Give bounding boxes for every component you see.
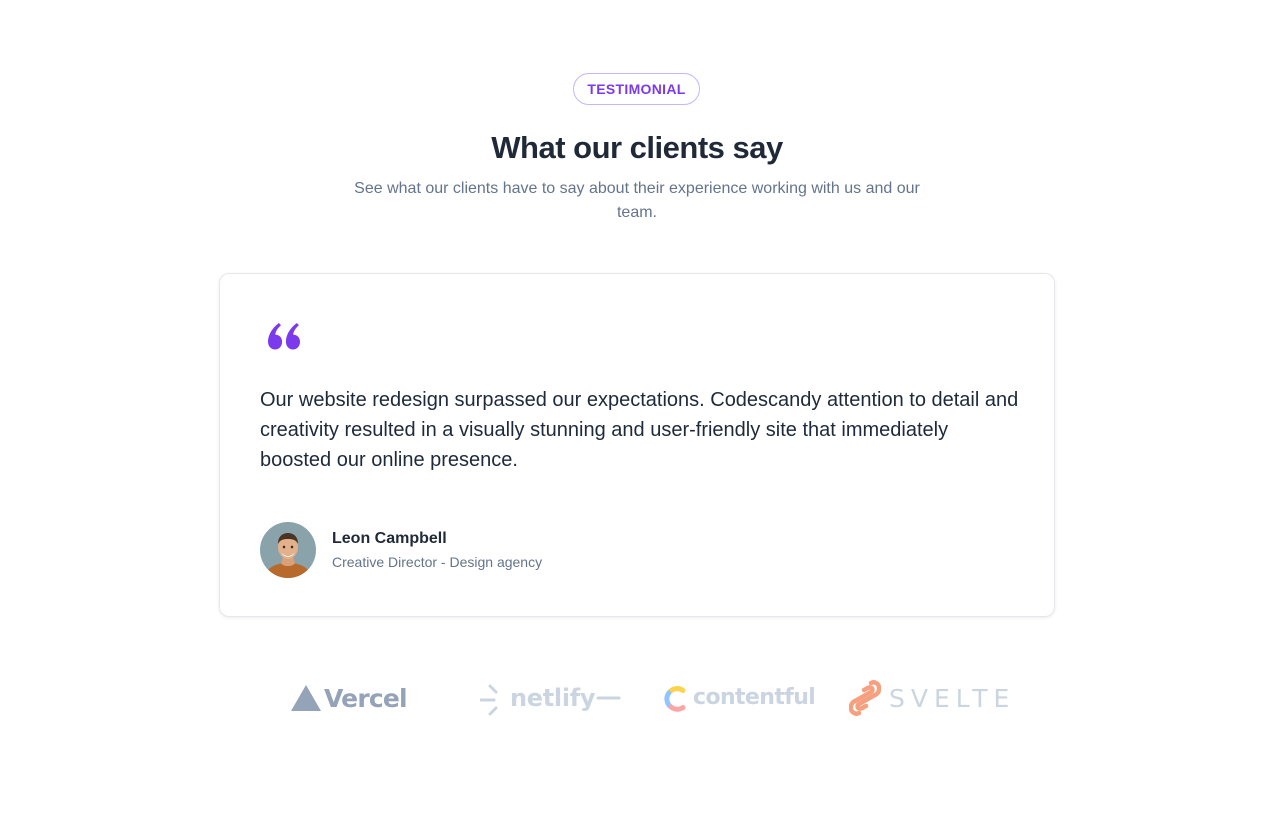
- avatar: [260, 522, 316, 578]
- testimonial-card: Our website redesign surpassed our expec…: [219, 273, 1055, 617]
- testimonial-author: Leon Campbell Creative Director - Design…: [260, 522, 542, 578]
- svelte-logo-text: SVELTE: [889, 683, 1016, 713]
- svelte-logo: SVELTE: [849, 668, 1015, 728]
- testimonial-badge: TESTIMONIAL: [573, 73, 700, 105]
- contentful-logo-text: contentful: [693, 685, 816, 710]
- netlify-icon: [480, 684, 498, 716]
- vercel-triangle-icon: [291, 685, 321, 711]
- svelte-icon: [849, 680, 881, 716]
- contentful-logo: contentful: [663, 668, 816, 728]
- section-title: What our clients say: [491, 130, 783, 165]
- client-logos: Vercel netlify contentful SVELTE: [0, 668, 1280, 728]
- vercel-logo: Vercel: [290, 668, 408, 728]
- netlify-logo-text: netlify: [510, 684, 596, 712]
- quote-icon: [268, 323, 300, 350]
- author-name: Leon Campbell: [332, 530, 447, 547]
- testimonial-quote: Our website redesign surpassed our expec…: [260, 389, 1019, 471]
- netlify-logo: netlify: [480, 668, 621, 728]
- testimonial-section: TESTIMONIAL What our clients say See wha…: [0, 0, 1280, 832]
- author-role: Creative Director - Design agency: [332, 554, 543, 570]
- vercel-logo-text: Vercel: [324, 683, 408, 713]
- netlify-dash-icon: [596, 696, 621, 700]
- section-subtitle: See what our clients have to say about t…: [354, 180, 920, 221]
- author-info: Leon Campbell Creative Director - Design…: [332, 528, 542, 572]
- contentful-icon: [664, 686, 686, 712]
